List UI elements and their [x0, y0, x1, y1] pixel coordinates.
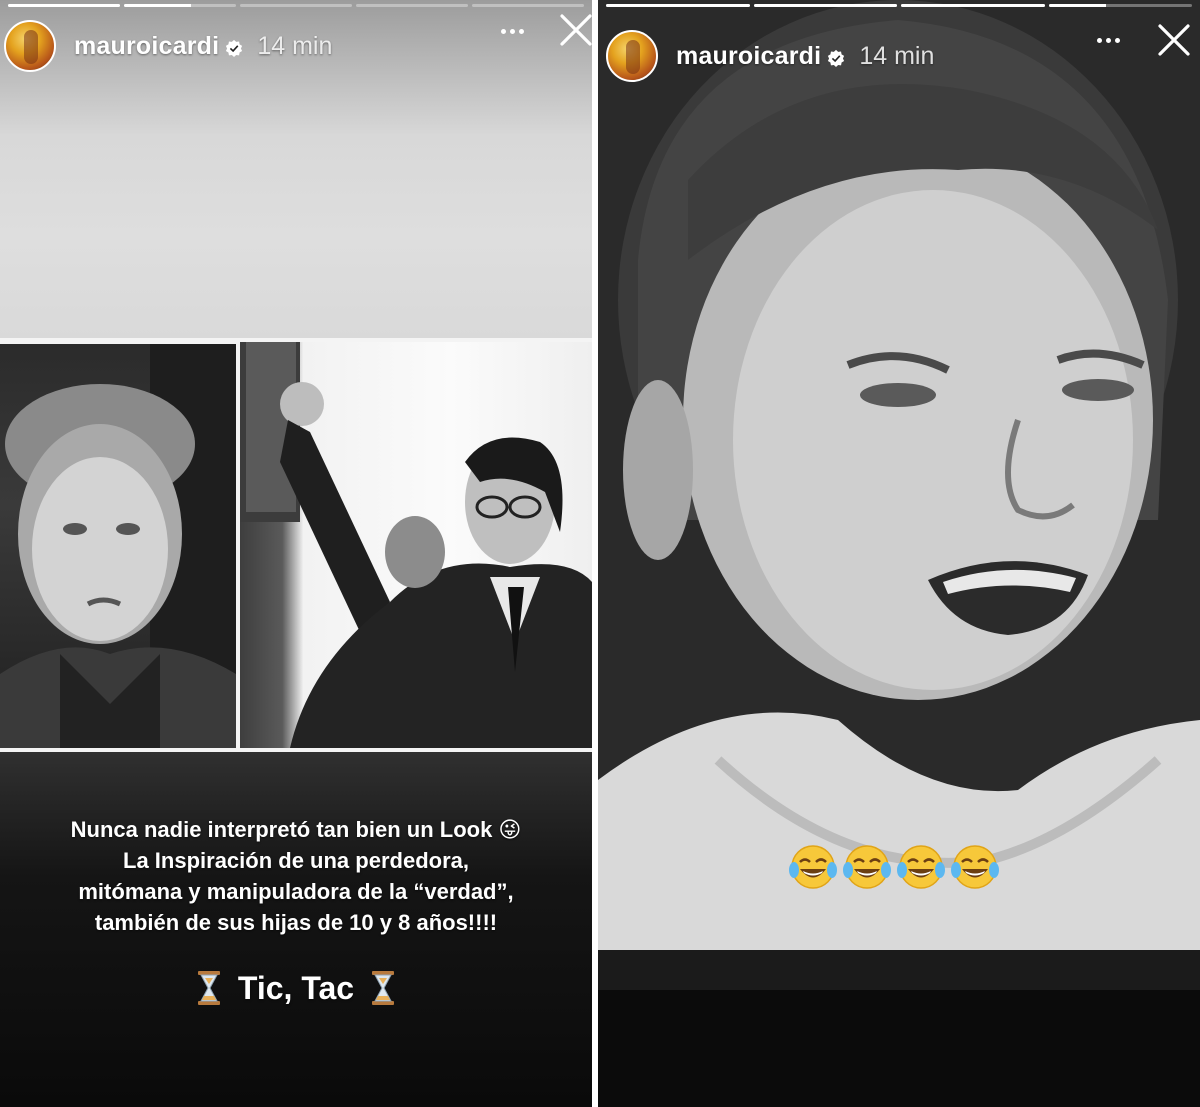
photo-collage	[0, 338, 592, 752]
tears-of-joy-emoji	[897, 845, 945, 889]
progress-segment	[8, 4, 120, 7]
username[interactable]: mauroicardi	[74, 32, 219, 61]
story-right[interactable]: mauroicardi 14 min	[598, 0, 1200, 1107]
progress-segment	[753, 4, 897, 7]
progress-segment	[901, 4, 1045, 7]
story-caption: Nunca nadie interpretó tan bien un Look …	[0, 814, 592, 938]
story-header: mauroicardi 14 min	[0, 16, 592, 76]
caption-line: Nunca nadie interpretó tan bien un Look …	[70, 817, 522, 842]
caption-line: La Inspiración de una perdedora,	[123, 848, 469, 873]
story-header: mauroicardi 14 min	[598, 26, 1200, 86]
tears-of-joy-emoji	[843, 845, 891, 889]
caption-line: mitómana y manipuladora de la “verdad”,	[78, 879, 514, 904]
photo-man-raising-fist	[240, 342, 592, 748]
avatar[interactable]	[606, 30, 658, 82]
story-left[interactable]: mauroicardi 14 min Nunca nadie interpret…	[0, 0, 592, 1107]
username[interactable]: mauroicardi	[676, 42, 821, 71]
tears-of-joy-emoji	[951, 845, 999, 889]
progress-segment	[356, 4, 468, 7]
avatar[interactable]	[4, 20, 56, 72]
progress-segment	[240, 4, 352, 7]
progress-segment	[472, 4, 584, 7]
hourglass-icon	[371, 970, 394, 1005]
story-background-bottom	[598, 990, 1200, 1107]
progress-segment	[1048, 4, 1192, 7]
story-progress-bar	[8, 4, 584, 7]
verified-icon	[828, 49, 845, 67]
tears-of-joy-emoji	[789, 845, 837, 889]
progress-segment	[606, 4, 750, 7]
hourglass-icon	[198, 970, 220, 1005]
post-time: 14 min	[859, 41, 935, 70]
emoji-sticker-row	[788, 842, 1000, 892]
tic-tac-text: Tic, Tac	[237, 970, 355, 1006]
verified-icon	[226, 39, 243, 57]
caption-line: también de sus hijas de 10 y 8 años!!!!	[94, 910, 498, 935]
photo-woman-courtroom	[0, 344, 236, 748]
story-progress-bar	[606, 4, 1192, 7]
tic-tac-line: Tic, Tac	[0, 970, 592, 1009]
post-time: 14 min	[257, 31, 333, 60]
progress-segment	[124, 4, 236, 7]
